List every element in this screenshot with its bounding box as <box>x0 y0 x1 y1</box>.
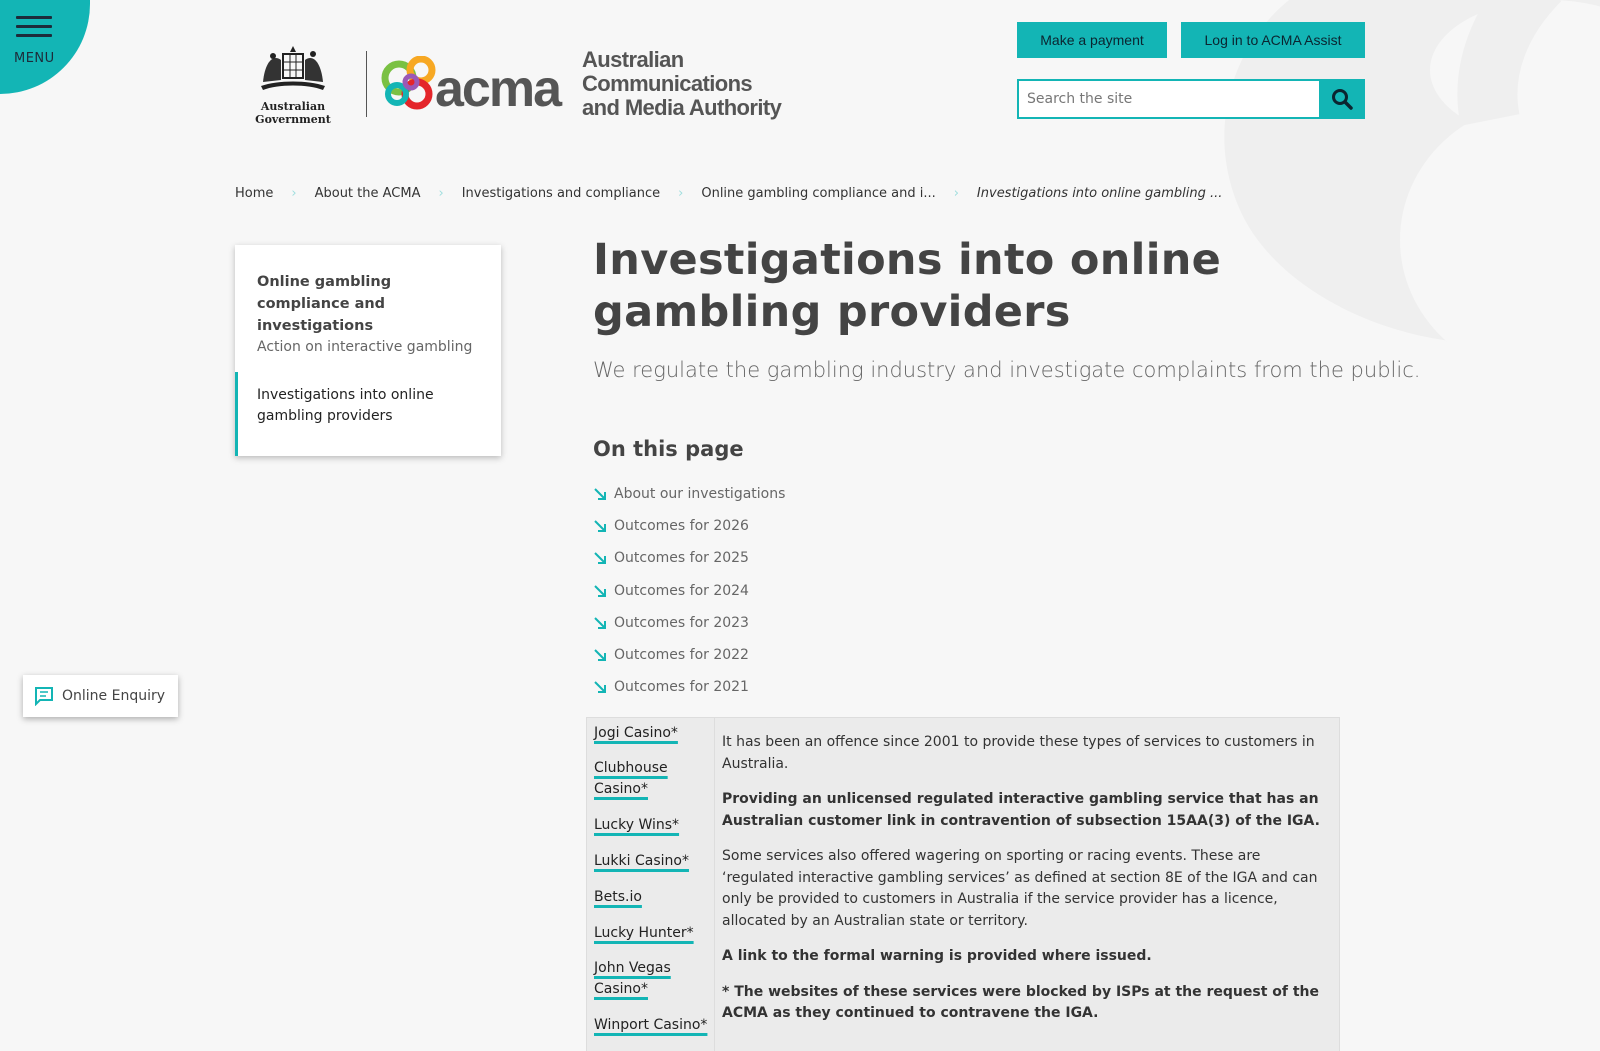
provider-link[interactable]: John Vegas Casino* <box>594 958 712 1000</box>
chevron-right-icon: › <box>678 186 684 201</box>
provider-link[interactable]: Winport Casino* <box>594 1015 707 1036</box>
page-title: Investigations into online gambling prov… <box>593 235 1222 337</box>
otp-link-2025[interactable]: Outcomes for 2025 <box>593 542 785 574</box>
online-enquiry-button[interactable]: Online Enquiry <box>23 675 178 717</box>
acma-fullname-line: Communications <box>582 71 753 96</box>
hamburger-icon <box>16 16 52 43</box>
sidenav-item-current[interactable]: Investigations into online gambling prov… <box>235 372 501 456</box>
otp-link-2023[interactable]: Outcomes for 2023 <box>593 607 785 639</box>
arrow-down-right-icon <box>594 681 606 694</box>
table-paragraph-bold: A link to the formal warning is provided… <box>722 948 1152 964</box>
otp-link-label: Outcomes for 2021 <box>614 679 749 696</box>
section-sidenav: Online gambling compliance and investiga… <box>235 245 501 456</box>
search-input[interactable] <box>1017 79 1319 119</box>
sidenav-parent-link[interactable]: Online gambling compliance and investiga… <box>257 271 487 337</box>
table-paragraph: It has been an offence since 2001 to pro… <box>722 734 1315 772</box>
page-subtitle: We regulate the gambling industry and in… <box>593 358 1421 382</box>
acma-fullname: Australian Communications and Media Auth… <box>582 47 782 120</box>
otp-link-label: Outcomes for 2023 <box>614 614 749 631</box>
breadcrumb-online-gambling[interactable]: Online gambling compliance and i... <box>701 186 935 201</box>
table-paragraph-bold: * The websites of these services were bl… <box>722 983 1320 1022</box>
chat-icon <box>35 687 53 706</box>
login-acma-assist-button[interactable]: Log in to ACMA Assist <box>1181 22 1365 58</box>
outcomes-table: Jogi Casino* Clubhouse Casino* Lucky Win… <box>586 717 1340 1051</box>
otp-link-2021[interactable]: Outcomes for 2021 <box>593 671 785 703</box>
otp-link-label: Outcomes for 2026 <box>614 518 749 535</box>
online-enquiry-label: Online Enquiry <box>62 688 166 704</box>
breadcrumb-about[interactable]: About the ACMA <box>315 186 421 201</box>
table-description-cell: It has been an offence since 2001 to pro… <box>722 732 1332 1039</box>
arrow-down-right-icon <box>594 552 606 565</box>
otp-link-2022[interactable]: Outcomes for 2022 <box>593 639 785 671</box>
menu-label: MENU <box>14 51 55 66</box>
provider-link[interactable]: Lucky Hunter* <box>594 923 694 944</box>
provider-link[interactable]: Bets.io <box>594 887 642 908</box>
logo-divider <box>366 51 367 117</box>
search-icon <box>1332 89 1353 110</box>
otp-link-label: Outcomes for 2022 <box>614 647 749 664</box>
arrow-down-right-icon <box>594 649 606 662</box>
on-this-page-heading: On this page <box>593 437 744 461</box>
table-paragraph: Some services also offered wagering on s… <box>722 848 1318 929</box>
chevron-right-icon: › <box>953 186 959 201</box>
coat-of-arms-icon <box>261 46 325 90</box>
site-logo[interactable]: Australian Government acma Australian Co… <box>232 42 782 126</box>
arrow-down-right-icon <box>594 488 606 501</box>
arrow-down-right-icon <box>594 617 606 629</box>
otp-link-2026[interactable]: Outcomes for 2026 <box>593 510 785 542</box>
otp-link-2024[interactable]: Outcomes for 2024 <box>593 575 785 607</box>
menu-button[interactable]: MENU <box>0 0 90 94</box>
otp-link-about[interactable]: About our investigations <box>593 478 785 510</box>
sidenav-item-label: Investigations into online gambling prov… <box>257 387 434 424</box>
table-paragraph-bold: Providing an unlicensed regulated intera… <box>722 791 1320 829</box>
otp-link-label: Outcomes for 2024 <box>614 582 749 599</box>
breadcrumb: Home › About the ACMA › Investigations a… <box>235 186 1222 201</box>
breadcrumb-current: Investigations into online gambling ... <box>976 186 1223 201</box>
otp-link-label: About our investigations <box>614 486 786 503</box>
chevron-right-icon: › <box>438 186 444 201</box>
acma-wordmark: acma <box>435 60 562 118</box>
provider-link[interactable]: Clubhouse Casino* <box>594 758 712 800</box>
site-search <box>1017 79 1365 119</box>
otp-link-label: Outcomes for 2025 <box>614 550 749 567</box>
acma-rings-icon <box>381 56 436 110</box>
arrow-down-right-icon <box>594 520 606 533</box>
table-provider-column: Jogi Casino* Clubhouse Casino* Lucky Win… <box>587 718 715 1051</box>
acma-fullname-line: and Media Authority <box>582 95 782 120</box>
make-payment-button[interactable]: Make a payment <box>1017 22 1167 58</box>
breadcrumb-investigations[interactable]: Investigations and compliance <box>462 186 660 201</box>
provider-link[interactable]: Jogi Casino* <box>594 723 678 744</box>
government-crest: Australian Government <box>232 42 354 126</box>
acma-fullname-line: Australian <box>582 47 684 72</box>
sidenav-item-action-interactive-gambling[interactable]: Action on interactive gambling <box>257 339 472 355</box>
breadcrumb-home[interactable]: Home <box>235 186 273 201</box>
chevron-right-icon: › <box>291 186 297 201</box>
provider-link[interactable]: Lucky Wins* <box>594 815 679 836</box>
search-button[interactable] <box>1319 79 1365 119</box>
on-this-page-list: About our investigations Outcomes for 20… <box>593 478 785 703</box>
arrow-down-right-icon <box>594 584 606 597</box>
government-label: Australian Government <box>255 100 331 126</box>
provider-link[interactable]: Lukki Casino* <box>594 851 689 872</box>
